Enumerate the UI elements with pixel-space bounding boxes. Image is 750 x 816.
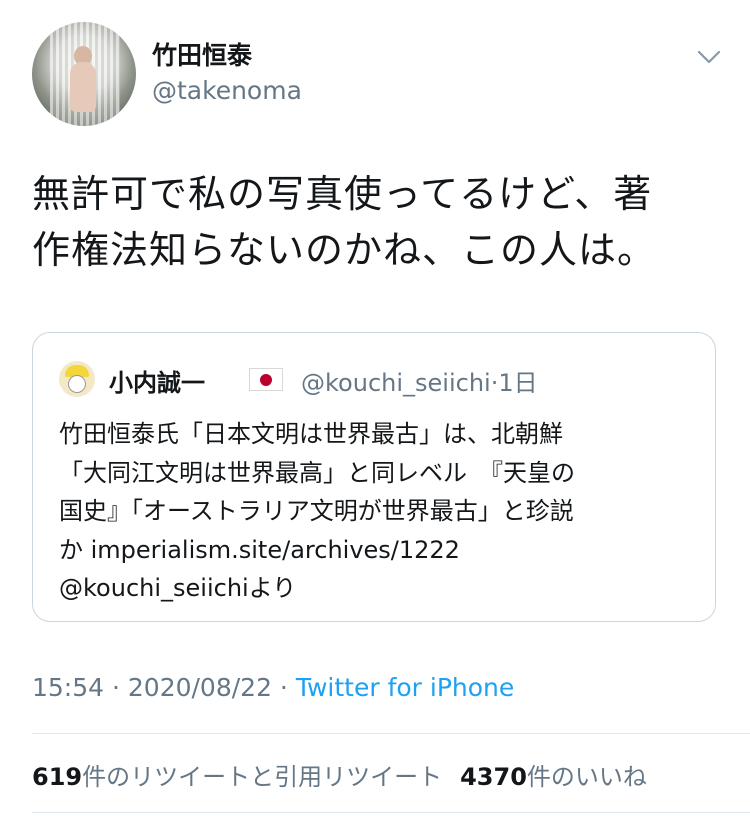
tweet-text-line: 無許可で私の写真使ってるけど、著 bbox=[32, 172, 653, 216]
meta-separator: · bbox=[271, 673, 296, 702]
quoted-tweet[interactable]: 小内誠一 @kouchi_seiichi·1日 竹田恒泰氏「日本文明は世界最古」… bbox=[32, 332, 716, 622]
retweets-stat[interactable]: 619件のリツイートと引用リツイート bbox=[32, 763, 442, 791]
quoted-body-line: @kouchi_seiichiより bbox=[59, 574, 297, 602]
tweet-time[interactable]: 15:54 bbox=[32, 673, 104, 702]
meta-separator: · bbox=[104, 673, 128, 702]
author-display-name[interactable]: 竹田恒泰 bbox=[152, 36, 252, 72]
retweets-label: 件のリツイートと引用リツイート bbox=[82, 763, 443, 791]
author-avatar[interactable] bbox=[32, 22, 136, 126]
tweet-text: 無許可で私の写真使ってるけど、著 作権法知らないのかね、この人は。 bbox=[32, 166, 722, 278]
likes-label: 件のいいね bbox=[526, 763, 647, 791]
quoted-tweet-age: 1日 bbox=[498, 369, 538, 397]
chevron-down-icon[interactable] bbox=[696, 44, 722, 70]
tweet-stats: 619件のリツイートと引用リツイート 4370件のいいね bbox=[32, 757, 647, 792]
quoted-author-handle-and-age: @kouchi_seiichi·1日 bbox=[301, 363, 538, 398]
quoted-body-line: 国史』「オーストラリア文明が世界最古」と珍説 bbox=[59, 497, 574, 525]
avatar-face bbox=[68, 375, 86, 393]
quoted-author-handle: @kouchi_seiichi bbox=[301, 369, 491, 397]
tweet-meta: 15:54 · 2020/08/22 · Twitter for iPhone bbox=[32, 673, 514, 702]
tweet-source-link[interactable]: Twitter for iPhone bbox=[296, 673, 514, 702]
quoted-author-display-name: 小内誠一 bbox=[109, 369, 205, 397]
likes-count: 4370 bbox=[460, 763, 527, 791]
divider bbox=[32, 733, 750, 734]
likes-stat[interactable]: 4370件のいいね bbox=[460, 763, 647, 791]
tweet-date[interactable]: 2020/08/22 bbox=[128, 673, 272, 702]
avatar-figure bbox=[70, 62, 96, 112]
tweet-text-line: 作権法知らないのかね、この人は。 bbox=[32, 228, 657, 272]
japan-flag-icon bbox=[249, 368, 283, 391]
flag-sun bbox=[260, 374, 272, 386]
quoted-body-line: か imperialism.site/archives/1222 bbox=[59, 535, 460, 564]
quoted-author-avatar bbox=[59, 361, 95, 397]
divider bbox=[32, 812, 750, 813]
quoted-body-line: 「大同江文明は世界最高」と同レベル 『天皇の bbox=[59, 458, 575, 487]
author-handle[interactable]: @takenoma bbox=[152, 76, 302, 105]
quoted-tweet-body: 竹田恒泰氏「日本文明は世界最古」は、北朝鮮 「大同江文明は世界最高」と同レベル … bbox=[59, 415, 699, 608]
retweets-count: 619 bbox=[32, 763, 83, 791]
quoted-body-line: 竹田恒泰氏「日本文明は世界最古」は、北朝鮮 bbox=[59, 420, 563, 448]
quoted-tweet-header: 小内誠一 @kouchi_seiichi·1日 bbox=[59, 359, 699, 399]
tweet-header: 竹田恒泰 @takenoma bbox=[32, 22, 722, 126]
